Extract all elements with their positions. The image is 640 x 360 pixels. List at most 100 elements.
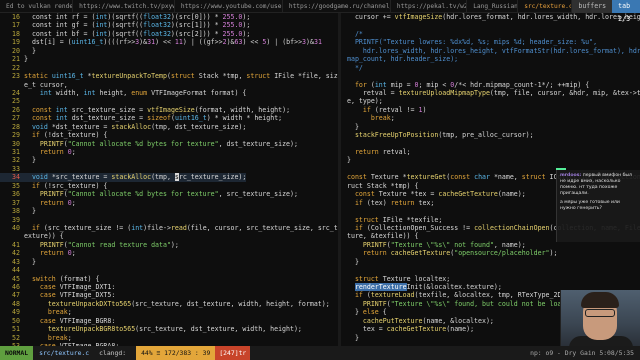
code-token: textureLoad bbox=[370, 291, 415, 300]
code-line[interactable]: 50 case VTFImage_BGR8: bbox=[0, 317, 338, 325]
code-token: } bbox=[24, 55, 28, 64]
code-line[interactable] bbox=[341, 21, 640, 29]
code-line[interactable]: 16 const int rf = (int)(sqrtf((float32)(… bbox=[0, 13, 338, 21]
code-line[interactable]: 37 return 0; bbox=[0, 199, 338, 207]
code-line[interactable]: 46 case VTFImage_DXT1: bbox=[0, 283, 338, 291]
code-text: map_count, hdr.header_size); bbox=[347, 55, 458, 63]
code-line[interactable]: 34 void *src_texture = stackAlloc(tmp, s… bbox=[0, 173, 338, 182]
code-token: const bbox=[347, 173, 367, 182]
code-line[interactable]: return cacheGetTexture("opensource/place… bbox=[341, 249, 640, 257]
code-line[interactable]: 23 static uint16_t *textureUnpackToTemp(s… bbox=[0, 72, 338, 80]
code-line[interactable]: 31 return 0; bbox=[0, 148, 338, 156]
code-line[interactable]: 33 bbox=[0, 165, 338, 173]
code-text: switch (format) { bbox=[24, 275, 100, 283]
code-line[interactable]: 43 } bbox=[0, 258, 338, 266]
code-line[interactable]: 44 bbox=[0, 266, 338, 274]
code-token: )& bbox=[139, 38, 148, 47]
code-line[interactable]: struct Texture localtex; bbox=[341, 275, 640, 283]
tab-2[interactable]: https://www.youtube.com/user/floba23/liv… bbox=[175, 0, 283, 13]
code-line[interactable]: map_count, hdr.header_size); bbox=[341, 55, 640, 63]
code-text: return 0; bbox=[24, 199, 76, 207]
code-token: break bbox=[47, 308, 68, 317]
code-line[interactable]: 24 int width, int height, enum VTFImageF… bbox=[0, 89, 338, 97]
code-line[interactable]: retval = textureUploadMipmapType(tmp, fi… bbox=[341, 89, 640, 97]
code-line[interactable]: 17 const int gf = (int)(sqrtf((float32)(… bbox=[0, 21, 338, 29]
tab-3[interactable]: https://goodgame.ru/channel/w23/ bbox=[283, 0, 391, 13]
code-line[interactable]: 38 } bbox=[0, 207, 338, 215]
code-line[interactable]: } bbox=[341, 156, 640, 164]
code-line[interactable]: 25 bbox=[0, 97, 338, 105]
code-line[interactable]: 47 case VTFImage_DXT5: bbox=[0, 291, 338, 299]
code-line[interactable] bbox=[341, 72, 640, 80]
line-number: 38 bbox=[12, 207, 20, 216]
code-line[interactable]: 18 const int bf = (int)(sqrtf((float32)(… bbox=[0, 30, 338, 38]
code-line[interactable]: 51 textureUnpackBGR8to565(src_texture, d… bbox=[0, 325, 338, 333]
code-line[interactable]: 41 PRINTF("Cannot read texture data"); bbox=[0, 241, 338, 249]
line-number: 35 bbox=[12, 181, 20, 190]
code-line[interactable]: 42 return 0; bbox=[0, 249, 338, 257]
code-line[interactable]: e_t cursor, bbox=[0, 81, 338, 89]
code-line[interactable]: hdr.lores_width, hdr.lores_height, vtfFo… bbox=[341, 47, 640, 55]
code-line[interactable]: 29 if (!dst_texture) { bbox=[0, 131, 338, 139]
code-line[interactable]: 26 const int src_texture_size = vtfImage… bbox=[0, 106, 338, 114]
code-line[interactable]: exture)) { bbox=[0, 232, 338, 240]
code-line[interactable]: 48 textureUnpackDXTto565(src_texture, ds… bbox=[0, 300, 338, 308]
status-bar: NORMAL src/texture.c clangd: 44% ≡ 172/3… bbox=[0, 346, 640, 360]
code-line[interactable]: stackFreeUpToPosition(tmp, pre_alloc_cur… bbox=[341, 131, 640, 139]
code-token: cursor += bbox=[347, 13, 395, 21]
chat-message: mrdoos: первый вмифон был не идре вмиэ, … bbox=[560, 173, 637, 197]
tab-6[interactable]: src/texture.c bbox=[518, 0, 573, 13]
tab-1[interactable]: https://www.twitch.tv/pxywod bbox=[73, 0, 175, 13]
code-line[interactable]: 19 dst[i] = (uint16_t)(((rf>>3)&31) << 1… bbox=[0, 38, 338, 46]
code-line[interactable]: 35 if (!src_texture) { bbox=[0, 182, 338, 190]
code-line[interactable]: 28 void *dst_texture = stackAlloc(tmp, d… bbox=[0, 123, 338, 131]
code-line[interactable]: 39 bbox=[0, 216, 338, 224]
code-line[interactable]: 32 } bbox=[0, 156, 338, 164]
code-token: vtfImageSize bbox=[394, 13, 443, 21]
code-line[interactable] bbox=[341, 266, 640, 274]
code-line[interactable]: 45 switch (format) { bbox=[0, 275, 338, 283]
code-line[interactable]: 52 break; bbox=[0, 334, 338, 342]
status-filename: src/texture.c bbox=[39, 349, 90, 357]
code-line[interactable]: for (int mip = 0; mip < 0/*< hdr.mipmap_… bbox=[341, 81, 640, 89]
code-line[interactable]: if (retval != 1) bbox=[341, 106, 640, 114]
code-line[interactable]: 40 if (src_texture_size != (int)file->re… bbox=[0, 224, 338, 232]
code-line[interactable]: PRINTF("Texture lowres: %dx%d, %s; mips … bbox=[341, 38, 640, 46]
left-editor-pane[interactable]: 16 const int rf = (int)(sqrtf((float32)(… bbox=[0, 13, 338, 346]
code-line[interactable]: } bbox=[341, 258, 640, 266]
code-token: int bbox=[95, 21, 108, 30]
code-text: const Texture *tex = cacheGetTexture(nam… bbox=[347, 190, 526, 198]
code-line[interactable]: 22 bbox=[0, 64, 338, 72]
code-line[interactable]: cursor += vtfImageSize(hdr.lores_format,… bbox=[341, 13, 640, 21]
code-text: if (!dst_texture) { bbox=[24, 131, 107, 139]
code-line[interactable]: 21} bbox=[0, 55, 338, 63]
line-number: 41 bbox=[12, 240, 20, 249]
code-line[interactable] bbox=[341, 140, 640, 148]
tab-0[interactable]: Ed to vulkan render bbox=[0, 0, 74, 13]
code-line[interactable]: 49 break; bbox=[0, 308, 338, 316]
code-line[interactable]: e, type); bbox=[341, 97, 640, 105]
code-text: PRINTF("Texture lowres: %dx%d, %s; mips … bbox=[347, 38, 597, 46]
code-token: const bbox=[31, 114, 52, 123]
buffers-label[interactable]: buffers bbox=[572, 0, 613, 13]
code-line[interactable]: 36 PRINTF("Cannot allocate %d bytes for … bbox=[0, 190, 338, 198]
tab-4[interactable]: https://pekal.tv/w23 bbox=[391, 0, 468, 13]
code-line[interactable]: 27 const int dst_texture_size = sizeof(u… bbox=[0, 114, 338, 122]
code-token: case bbox=[39, 283, 56, 291]
code-line[interactable]: 20 } bbox=[0, 47, 338, 55]
code-line[interactable]: return retval; bbox=[341, 148, 640, 156]
code-line[interactable]: } bbox=[341, 123, 640, 131]
code-token: int bbox=[55, 105, 68, 114]
tab-5[interactable]: Lang_Russian bbox=[467, 0, 519, 13]
code-line[interactable]: PRINTF("Texture \"%s\" not found", name)… bbox=[341, 241, 640, 249]
code-line[interactable]: /* bbox=[341, 30, 640, 38]
code-line[interactable]: 30 PRINTF("Cannot allocate %d bytes for … bbox=[0, 140, 338, 148]
code-token: textureUnpackToTemp bbox=[91, 72, 167, 81]
code-line[interactable]: break; bbox=[341, 114, 640, 122]
code-line[interactable]: */ bbox=[341, 64, 640, 72]
